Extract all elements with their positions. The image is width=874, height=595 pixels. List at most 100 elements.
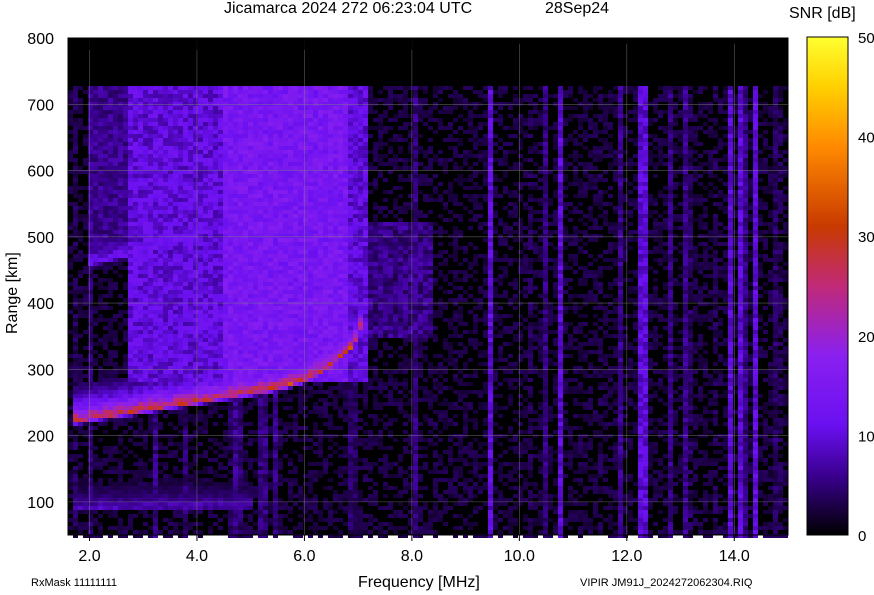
heatmap-cell: [233, 458, 238, 462]
heatmap-cell: [93, 350, 98, 354]
heatmap-cell: [278, 422, 283, 426]
heatmap-cell: [68, 282, 73, 286]
heatmap-cell: [258, 450, 263, 454]
heatmap-cell: [108, 350, 113, 354]
heatmap-cell: [88, 446, 93, 450]
heatmap-cell: [243, 310, 248, 314]
heatmap-cell: [93, 258, 98, 262]
heatmap-cell: [143, 298, 148, 302]
heatmap-cell: [288, 190, 293, 194]
heatmap-cell: [88, 158, 93, 162]
heatmap-cell: [148, 402, 153, 406]
heatmap-cell: [228, 494, 233, 498]
heatmap-cell: [233, 138, 238, 142]
heatmap-cell: [198, 218, 203, 222]
heatmap-cell: [268, 414, 273, 418]
heatmap-cell: [143, 222, 148, 226]
heatmap-cell: [128, 134, 133, 138]
heatmap-cell: [123, 182, 128, 186]
heatmap-cell: [168, 330, 173, 334]
heatmap-cell: [258, 426, 263, 430]
heatmap-cell: [273, 378, 278, 382]
heatmap-cell: [153, 358, 158, 362]
heatmap-cell: [143, 146, 148, 150]
heatmap-cell: [73, 482, 78, 486]
heatmap-cell: [288, 250, 293, 254]
heatmap-cell: [148, 266, 153, 270]
heatmap-cell: [88, 498, 93, 502]
heatmap-cell: [213, 486, 218, 490]
heatmap-cell: [163, 138, 168, 142]
heatmap-cell: [183, 146, 188, 150]
heatmap-cell: [73, 126, 78, 130]
heatmap-cell: [268, 138, 273, 142]
heatmap-cell: [233, 390, 238, 394]
heatmap-cell: [278, 254, 283, 258]
heatmap-cell: [173, 514, 178, 518]
heatmap-cell: [213, 146, 218, 150]
heatmap-cell: [238, 218, 243, 222]
heatmap-cell: [223, 358, 228, 362]
heatmap-cell: [263, 202, 268, 206]
heatmap-cell: [183, 86, 188, 90]
heatmap-cell: [78, 98, 83, 102]
heatmap-cell: [218, 214, 223, 218]
heatmap-cell: [123, 530, 128, 534]
heatmap-cell: [233, 106, 238, 110]
heatmap-cell: [233, 418, 238, 422]
heatmap-cell: [168, 318, 173, 322]
heatmap-cell: [228, 322, 233, 326]
heatmap-cell: [318, 126, 323, 130]
heatmap-cell: [293, 430, 298, 434]
heatmap-cell: [108, 458, 113, 462]
heatmap-cell: [223, 466, 228, 470]
heatmap-cell: [173, 86, 178, 90]
heatmap-cell: [118, 490, 123, 494]
heatmap-cell: [203, 226, 208, 230]
heatmap-cell: [158, 142, 163, 146]
heatmap-cell: [213, 110, 218, 114]
heatmap-cell: [203, 470, 208, 474]
heatmap-cell: [133, 206, 138, 210]
heatmap-cell: [158, 242, 163, 246]
heatmap-cell: [103, 118, 108, 122]
heatmap-cell: [98, 338, 103, 342]
heatmap-cell: [178, 414, 183, 418]
heatmap-cell: [153, 258, 158, 262]
heatmap-cell: [303, 382, 308, 386]
heatmap-cell: [183, 434, 188, 438]
heatmap-cell: [248, 370, 253, 374]
heatmap-cell: [223, 386, 228, 390]
heatmap-cell: [253, 378, 258, 382]
heatmap-cell: [203, 378, 208, 382]
heatmap-cell: [288, 202, 293, 206]
heatmap-cell: [118, 458, 123, 462]
heatmap-cell: [73, 150, 78, 154]
heatmap-cell: [83, 346, 88, 350]
heatmap-cell: [98, 406, 103, 410]
heatmap-cell: [153, 326, 158, 330]
heatmap-cell: [218, 94, 223, 98]
heatmap-cell: [288, 206, 293, 210]
heatmap-cell: [183, 158, 188, 162]
heatmap-cell: [173, 466, 178, 470]
heatmap-cell: [178, 458, 183, 462]
heatmap-cell: [228, 86, 233, 90]
heatmap-cell: [253, 350, 258, 354]
heatmap-cell: [258, 242, 263, 246]
heatmap-cell: [73, 318, 78, 322]
heatmap-cell: [148, 122, 153, 126]
heatmap-cell: [238, 322, 243, 326]
heatmap-cell: [158, 110, 163, 114]
heatmap-cell: [213, 182, 218, 186]
heatmap-cell: [108, 126, 113, 130]
heatmap-cell: [318, 206, 323, 210]
heatmap-cell: [153, 290, 158, 294]
heatmap-cell: [268, 150, 273, 154]
heatmap-cell: [183, 294, 188, 298]
heatmap-cell: [318, 286, 323, 290]
heatmap-cell: [68, 226, 73, 230]
heatmap-cell: [203, 266, 208, 270]
heatmap-cell: [173, 450, 178, 454]
heatmap-cell: [318, 398, 323, 402]
